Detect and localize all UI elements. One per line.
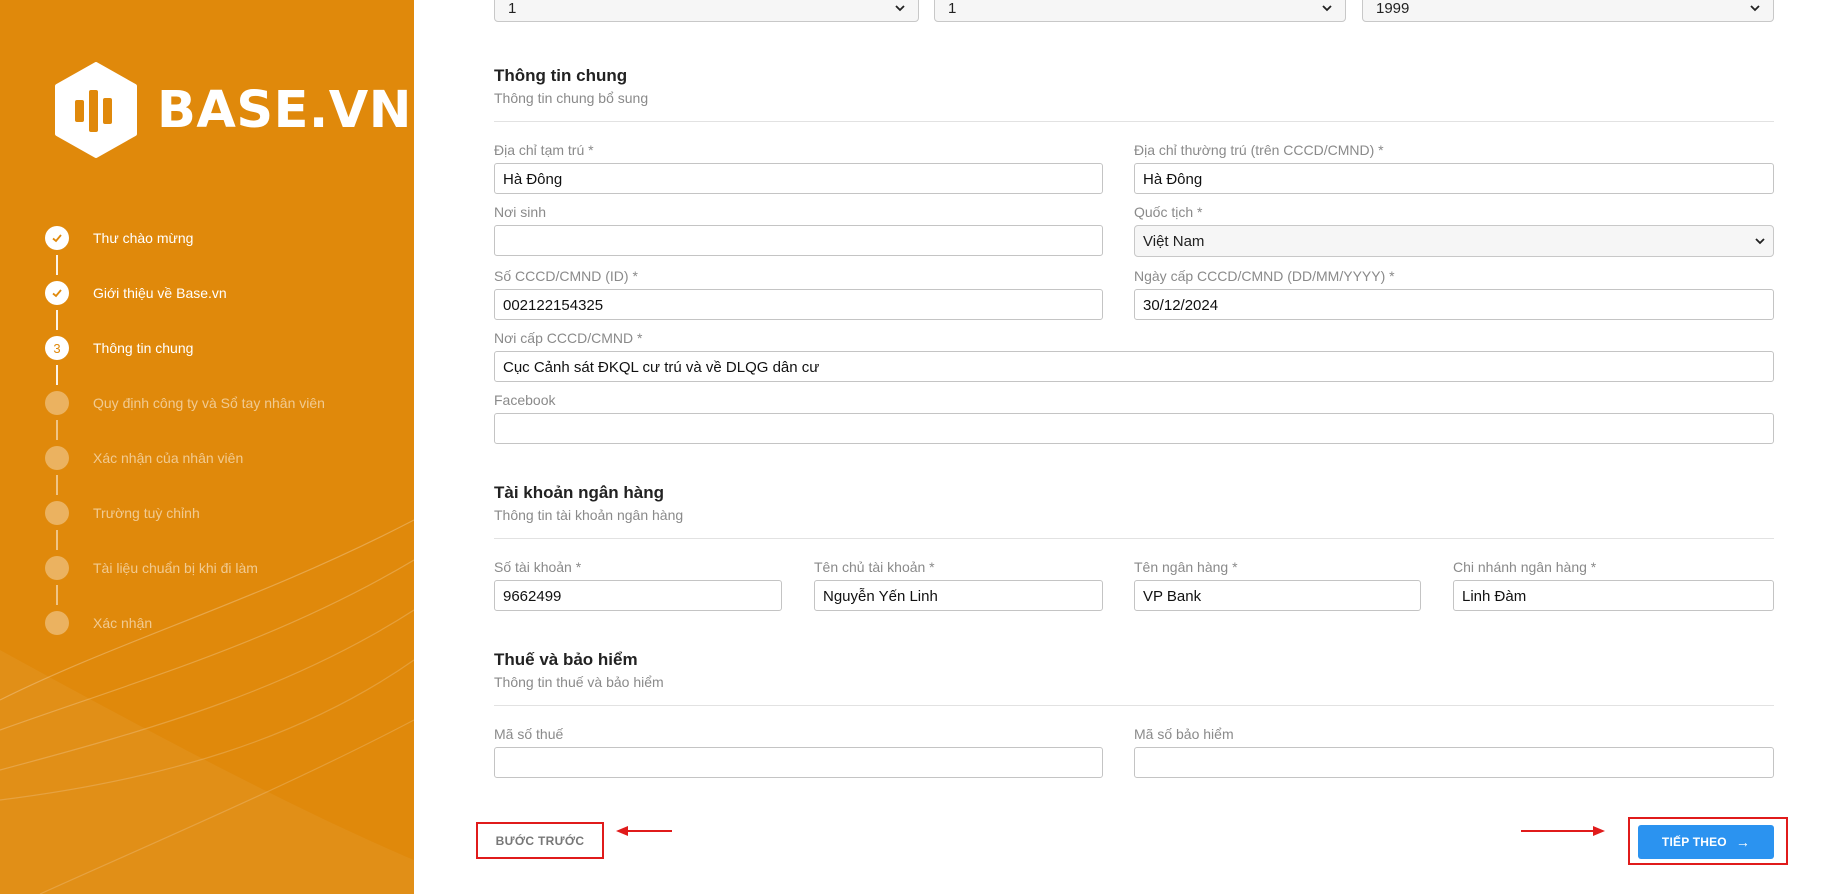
temp-address-label: Địa chỉ tạm trú * — [494, 142, 594, 158]
bank-name-input[interactable]: VP Bank — [1134, 580, 1421, 611]
step-connector — [56, 585, 58, 605]
onboarding-steps: Thư chào mừng Giới thiệu về Base.vn 3 Th… — [45, 226, 325, 666]
check-icon — [45, 226, 69, 250]
birthplace-label: Nơi sinh — [494, 204, 546, 220]
base-hexagon-icon — [55, 62, 137, 158]
arrow-right-icon: → — [1735, 834, 1751, 850]
step-label: Thư chào mừng — [93, 230, 194, 246]
section-subtitle-tax: Thông tin thuế và bảo hiểm — [494, 674, 664, 690]
step-number: 3 — [45, 336, 69, 360]
id-number-input[interactable]: 002122154325 — [494, 289, 1103, 320]
step-documents[interactable]: Tài liệu chuẩn bị khi đi làm — [45, 556, 325, 611]
step-general-info[interactable]: 3 Thông tin chung — [45, 336, 325, 391]
step-label: Xác nhận — [93, 615, 153, 631]
brand-logo[interactable]: BASE.VN — [53, 62, 412, 158]
dob-day-select[interactable]: 1 — [494, 0, 919, 22]
bank-branch-label: Chi nhánh ngân hàng * — [1453, 559, 1597, 575]
next-step-button[interactable]: TIẾP THEO → — [1638, 825, 1774, 859]
id-date-label: Ngày cấp CCCD/CMND (DD/MM/YYYY) * — [1134, 268, 1395, 284]
step-label: Thông tin chung — [93, 340, 194, 356]
perm-address-input[interactable]: Hà Đông — [1134, 163, 1774, 194]
account-number-input[interactable]: 9662499 — [494, 580, 782, 611]
facebook-label: Facebook — [494, 392, 556, 408]
annotation-arrow-right-icon — [1521, 826, 1605, 836]
step-connector — [56, 365, 58, 385]
step-dot — [45, 611, 69, 635]
tax-code-label: Mã số thuế — [494, 726, 564, 742]
section-subtitle-general: Thông tin chung bổ sung — [494, 90, 649, 106]
step-dot — [45, 501, 69, 525]
account-holder-label: Tên chủ tài khoản * — [814, 559, 935, 575]
step-connector — [56, 420, 58, 440]
step-final-confirmation[interactable]: Xác nhận — [45, 611, 325, 666]
step-dot — [45, 446, 69, 470]
previous-step-button[interactable]: BƯỚC TRƯỚC — [476, 822, 604, 859]
dob-year-select[interactable]: 1999 — [1362, 0, 1774, 22]
divider — [494, 121, 1774, 122]
bank-branch-input[interactable]: Linh Đàm — [1453, 580, 1774, 611]
step-label: Trường tuỳ chỉnh — [93, 505, 200, 521]
step-connector — [56, 530, 58, 550]
step-employee-confirmation[interactable]: Xác nhận của nhân viên — [45, 446, 325, 501]
id-date-input[interactable]: 30/12/2024 — [1134, 289, 1774, 320]
step-connector — [56, 475, 58, 495]
section-subtitle-bank: Thông tin tài khoản ngân hàng — [494, 507, 684, 523]
nationality-label: Quốc tịch * — [1134, 204, 1203, 220]
sidebar: BASE.VN Thư chào mừng Giới thiệu về Base… — [0, 0, 414, 894]
bank-name-label: Tên ngân hàng * — [1134, 559, 1238, 575]
check-icon — [45, 281, 69, 305]
birthplace-input[interactable] — [494, 225, 1103, 256]
perm-address-label: Địa chỉ thường trú (trên CCCD/CMND) * — [1134, 142, 1384, 158]
id-place-label: Nơi cấp CCCD/CMND * — [494, 330, 643, 346]
divider — [494, 705, 1774, 706]
section-title-general: Thông tin chung — [494, 66, 628, 85]
step-dot — [45, 391, 69, 415]
nationality-select[interactable]: Việt Nam — [1134, 225, 1774, 257]
chevron-down-icon — [1755, 238, 1765, 245]
section-title-bank: Tài khoản ngân hàng — [494, 483, 665, 502]
temp-address-input[interactable]: Hà Đông — [494, 163, 1103, 194]
next-button-highlight: TIẾP THEO → — [1628, 817, 1788, 865]
step-custom-fields[interactable]: Trường tuỳ chỉnh — [45, 501, 325, 556]
section-title-tax: Thuế và bảo hiểm — [494, 650, 638, 669]
step-connector — [56, 255, 58, 275]
step-label: Tài liệu chuẩn bị khi đi làm — [93, 560, 258, 576]
step-about-base[interactable]: Giới thiệu về Base.vn — [45, 281, 325, 336]
step-welcome-letter[interactable]: Thư chào mừng — [45, 226, 325, 281]
account-number-label: Số tài khoản * — [494, 559, 582, 575]
step-dot — [45, 556, 69, 580]
annotation-arrow-left-icon — [616, 826, 672, 836]
insurance-code-input[interactable] — [1134, 747, 1774, 778]
step-label: Xác nhận của nhân viên — [93, 450, 244, 466]
step-label: Giới thiệu về Base.vn — [93, 285, 227, 301]
id-number-label: Số CCCD/CMND (ID) * — [494, 268, 638, 284]
brand-name: BASE.VN — [157, 80, 412, 140]
insurance-code-label: Mã số bảo hiểm — [1134, 726, 1234, 742]
step-company-rules[interactable]: Quy định công ty và Sổ tay nhân viên — [45, 391, 325, 446]
chevron-down-icon — [1750, 5, 1760, 12]
chevron-down-icon — [1322, 5, 1332, 12]
dob-month-select[interactable]: 1 — [934, 0, 1346, 22]
nationality-value: Việt Nam — [1143, 232, 1205, 250]
step-connector — [56, 310, 58, 330]
facebook-input[interactable] — [494, 413, 1774, 444]
dob-month-value: 1 — [948, 0, 957, 17]
id-place-input[interactable]: Cục Cảnh sát ĐKQL cư trú và về DLQG dân … — [494, 351, 1774, 382]
tax-code-input[interactable] — [494, 747, 1103, 778]
next-step-label: TIẾP THEO — [1661, 835, 1727, 849]
chevron-down-icon — [895, 5, 905, 12]
step-label: Quy định công ty và Sổ tay nhân viên — [93, 395, 325, 411]
dob-year-value: 1999 — [1376, 0, 1410, 17]
account-holder-input[interactable]: Nguyễn Yến Linh — [814, 580, 1103, 611]
divider — [494, 538, 1774, 539]
dob-day-value: 1 — [508, 0, 517, 17]
